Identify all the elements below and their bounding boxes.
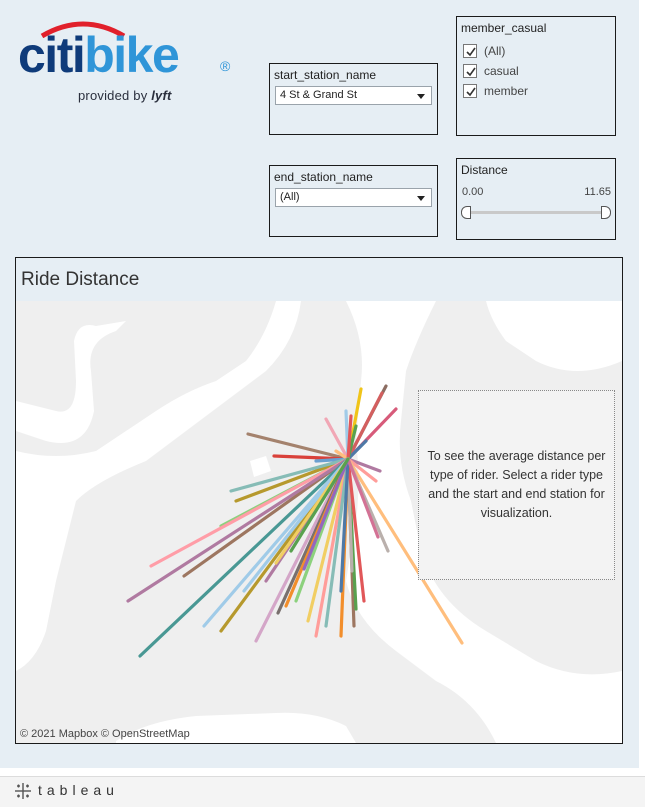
end-station-value: (All): [280, 191, 300, 203]
member-casual-filter: member_casual (All) casual member: [456, 16, 616, 136]
logo-wordmark: citibike: [18, 27, 180, 83]
distance-slider-min-handle[interactable]: [461, 206, 471, 219]
distance-slider-track[interactable]: [465, 211, 607, 214]
instruction-note: To see the average distance per type of …: [418, 390, 615, 580]
chevron-down-icon: [417, 94, 425, 99]
checkbox-casual-label: casual: [484, 64, 519, 78]
end-station-label: end_station_name: [274, 170, 373, 184]
tableau-logo-icon[interactable]: [14, 782, 32, 800]
citibike-logo: citibike ® provided by lyft: [18, 18, 238, 108]
ride-distance-viz: Ride Distance To see the average distanc…: [15, 257, 623, 744]
end-station-dropdown[interactable]: (All): [275, 188, 432, 207]
lyft-logo: lyft: [151, 88, 172, 103]
dashboard: citibike ® provided by lyft start_statio…: [0, 0, 639, 768]
map-attribution[interactable]: © 2021 Mapbox © OpenStreetMap: [20, 728, 190, 740]
distance-max-value: 11.65: [584, 186, 611, 198]
start-station-filter: start_station_name 4 St & Grand St: [269, 63, 438, 135]
checkbox-all-label: (All): [484, 44, 506, 58]
checkbox-icon[interactable]: [463, 84, 477, 98]
member-casual-label: member_casual: [461, 21, 547, 35]
tableau-wordmark[interactable]: tableau: [38, 782, 119, 798]
tableau-footer: tableau: [0, 776, 645, 807]
distance-label: Distance: [461, 163, 508, 177]
checkbox-member-label: member: [484, 84, 529, 98]
distance-min-value: 0.00: [462, 186, 484, 198]
distance-filter: Distance 0.00 11.65: [456, 158, 616, 240]
viz-title: Ride Distance: [21, 269, 140, 290]
start-station-label: start_station_name: [274, 68, 377, 82]
chevron-down-icon: [417, 196, 425, 201]
start-station-dropdown[interactable]: 4 St & Grand St: [275, 86, 432, 105]
map[interactable]: To see the average distance per type of …: [16, 301, 622, 743]
distance-slider-max-handle[interactable]: [601, 206, 611, 219]
checkbox-icon[interactable]: [463, 44, 477, 58]
viz-header: Ride Distance: [16, 258, 622, 301]
provided-by-text: provided by lyft: [78, 88, 172, 103]
end-station-filter: end_station_name (All): [269, 165, 438, 237]
registered-mark: ®: [220, 58, 231, 74]
logo-citi: citi: [18, 27, 86, 83]
start-station-value: 4 St & Grand St: [280, 89, 358, 101]
provided-prefix: provided by: [78, 88, 148, 103]
checkbox-icon[interactable]: [463, 64, 477, 78]
logo-bike: bike: [84, 27, 180, 83]
